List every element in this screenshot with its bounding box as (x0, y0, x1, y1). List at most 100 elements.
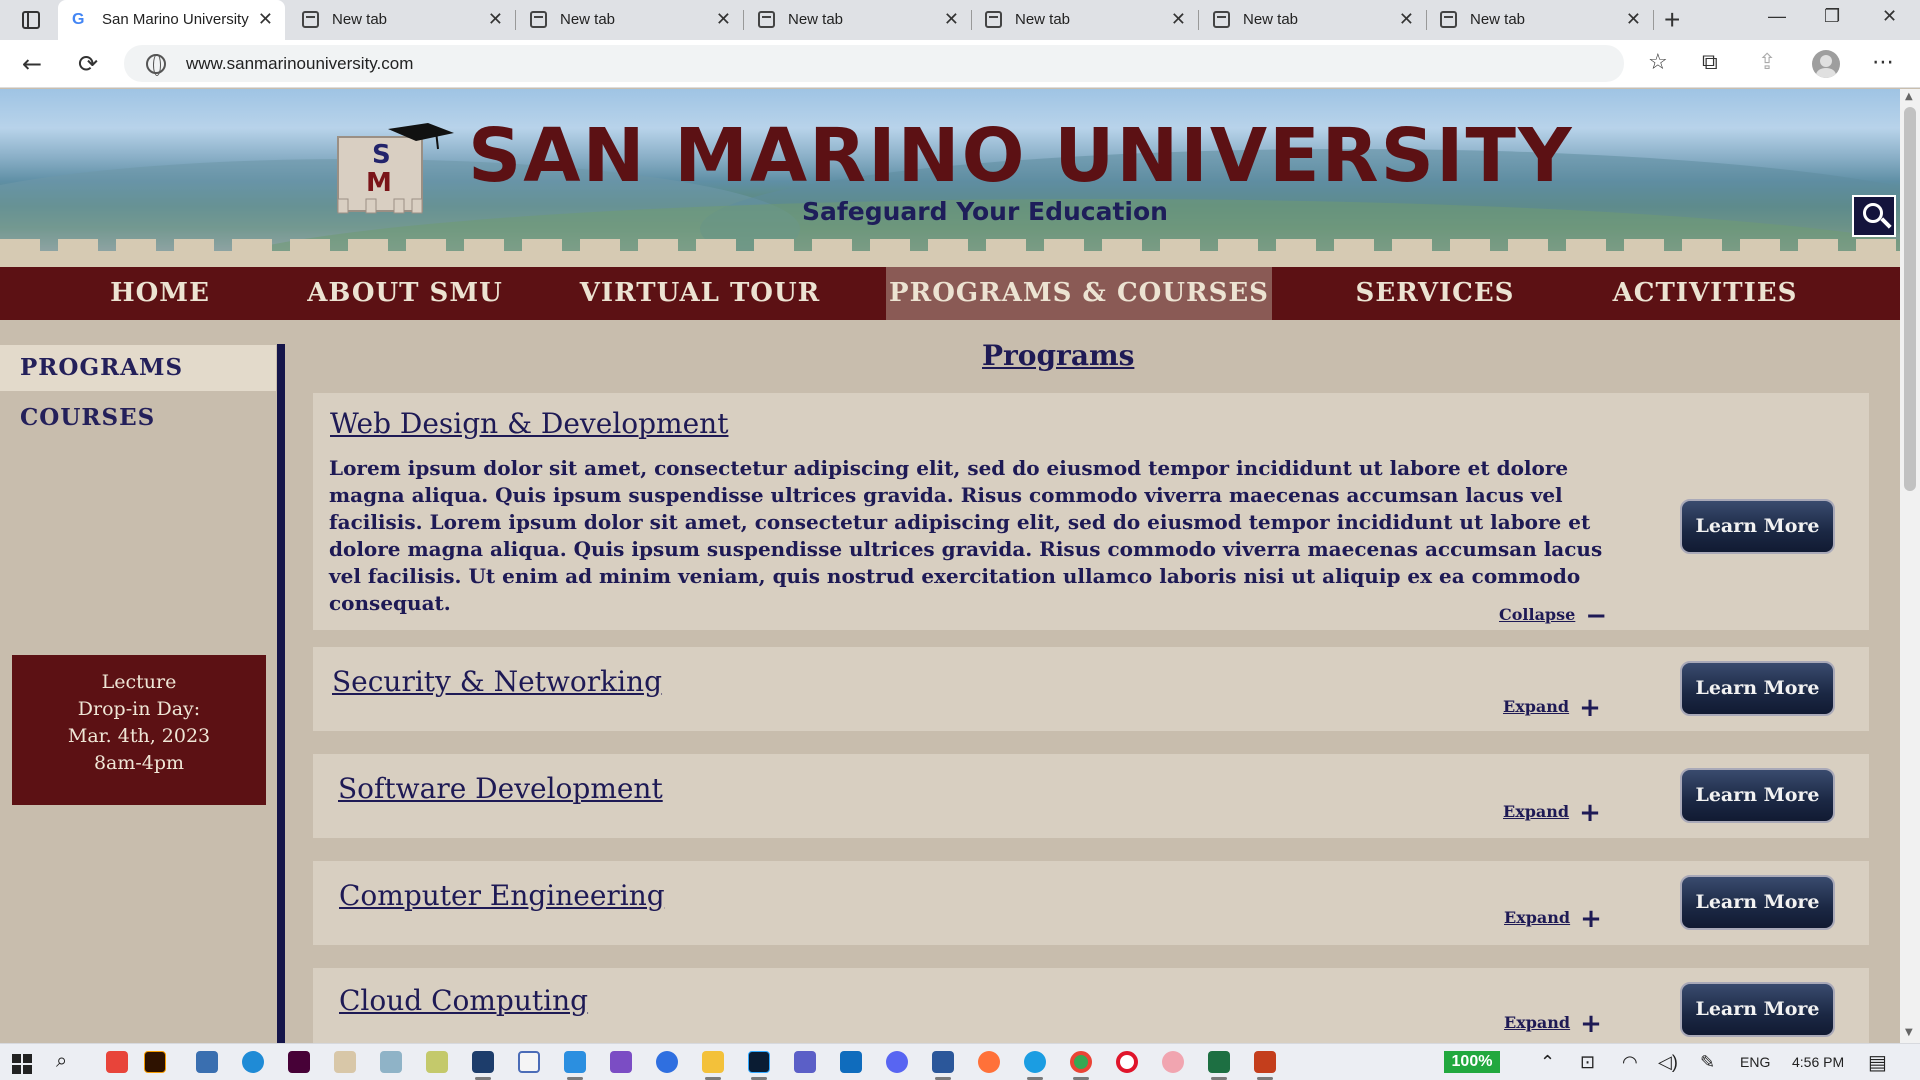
new-tab-button[interactable]: + (1664, 4, 1680, 36)
taskbar-app-icon[interactable] (426, 1051, 448, 1073)
taskbar-app-icon[interactable] (380, 1051, 402, 1073)
collapse-toggle[interactable]: Collapse − (1499, 603, 1607, 629)
tab-new-5[interactable]: New tab ✕ (1199, 0, 1427, 40)
university-logo[interactable]: S M (336, 123, 456, 215)
url-text[interactable]: www.sanmarinouniversity.com (186, 54, 413, 74)
taskbar-app-icon[interactable] (1162, 1051, 1184, 1073)
tab-san-marino[interactable]: G San Marino University ✕ (58, 0, 285, 40)
taskbar-search-icon[interactable]: ⌕ (56, 1050, 67, 1073)
wifi-icon[interactable]: ◠ (1622, 1052, 1638, 1073)
opera-icon[interactable] (1116, 1051, 1138, 1073)
learn-more-button[interactable]: Learn More (1680, 661, 1835, 716)
outlook-icon[interactable] (840, 1051, 862, 1073)
file-explorer-icon[interactable] (702, 1051, 724, 1073)
chevron-up-icon[interactable]: ⌃ (1540, 1052, 1555, 1073)
collections-icon[interactable]: ⧉ (1702, 50, 1718, 75)
chrome-icon[interactable] (1070, 1051, 1092, 1073)
learn-more-button[interactable]: Learn More (1680, 875, 1835, 930)
tab-close-icon[interactable]: ✕ (1171, 9, 1186, 30)
search-button[interactable] (1852, 195, 1896, 237)
url-input[interactable]: www.sanmarinouniversity.com (124, 45, 1624, 82)
tab-new-4[interactable]: New tab ✕ (971, 0, 1199, 40)
nav-activities[interactable]: ACTIVITIES (1600, 267, 1810, 320)
nav-about[interactable]: ABOUT SMU (300, 267, 510, 320)
close-window-button[interactable]: ✕ (1882, 6, 1897, 27)
tab-new-1[interactable]: New tab ✕ (288, 0, 516, 40)
tab-new-3[interactable]: New tab ✕ (744, 0, 972, 40)
notification-icon[interactable]: ▤ (1868, 1050, 1887, 1075)
scroll-up-arrow-icon[interactable]: ▲ (1905, 91, 1913, 102)
tab-new-2[interactable]: New tab ✕ (516, 0, 744, 40)
tray-device-icon[interactable]: ⊡ (1580, 1052, 1595, 1073)
tab-close-icon[interactable]: ✕ (488, 9, 503, 30)
event-notice: Lecture Drop-in Day: Mar. 4th, 2023 8am-… (12, 655, 266, 805)
taskbar-app-icon[interactable] (472, 1051, 494, 1073)
tab-actions-icon[interactable] (14, 9, 48, 33)
program-title[interactable]: Cloud Computing (339, 984, 588, 1017)
pen-icon[interactable]: ✎ (1700, 1052, 1715, 1073)
expand-toggle[interactable]: Expand + (1503, 800, 1601, 826)
discord-icon[interactable] (886, 1051, 908, 1073)
back-arrow-icon[interactable]: ← (22, 50, 42, 78)
learn-more-button[interactable]: Learn More (1680, 499, 1835, 554)
nav-programs-courses[interactable]: PROGRAMS & COURSES (886, 267, 1272, 320)
language-indicator[interactable]: ENG (1740, 1054, 1770, 1070)
nav-services[interactable]: SERVICES (1330, 267, 1540, 320)
zoom-icon[interactable] (656, 1051, 678, 1073)
plus-icon: + (1579, 692, 1601, 723)
excel-icon[interactable] (1208, 1051, 1230, 1073)
taskbar-app-icon[interactable] (334, 1051, 356, 1073)
collapse-label: Collapse (1499, 605, 1576, 624)
expand-toggle[interactable]: Expand + (1503, 692, 1601, 723)
minimize-button[interactable]: — (1768, 6, 1786, 27)
tab-close-icon[interactable]: ✕ (1626, 9, 1641, 30)
tab-close-icon[interactable]: ✕ (716, 9, 731, 30)
clock[interactable]: 4:56 PM (1792, 1054, 1844, 1070)
learn-more-button[interactable]: Learn More (1680, 768, 1835, 823)
visual-studio-icon[interactable] (610, 1051, 632, 1073)
firefox-icon[interactable] (978, 1051, 1000, 1073)
volume-icon[interactable]: ◁) (1658, 1052, 1678, 1073)
program-title[interactable]: Software Development (338, 772, 663, 805)
reload-icon[interactable]: ⟳ (78, 50, 98, 78)
tab-close-icon[interactable]: ✕ (1399, 9, 1414, 30)
expand-toggle[interactable]: Expand + (1504, 1011, 1602, 1037)
tab-close-icon[interactable]: ✕ (258, 9, 273, 30)
photoshop-icon[interactable] (748, 1051, 770, 1073)
nav-virtual-tour[interactable]: VIRTUAL TOUR (570, 267, 830, 320)
windows-start-icon[interactable] (12, 1054, 32, 1074)
zoom-level-badge[interactable]: 100% (1444, 1051, 1500, 1073)
teams-icon[interactable] (794, 1051, 816, 1073)
edge-icon[interactable] (1024, 1051, 1046, 1073)
more-menu-icon[interactable]: ⋯ (1872, 50, 1894, 75)
expand-toggle[interactable]: Expand + (1504, 906, 1602, 932)
program-title[interactable]: Web Design & Development (330, 407, 728, 440)
program-title[interactable]: Security & Networking (332, 665, 662, 698)
search-icon-handle (1880, 217, 1892, 229)
page-scrollbar[interactable]: ▲ ▼ (1900, 89, 1920, 1043)
tab-new-6[interactable]: New tab ✕ (1426, 0, 1654, 40)
share-icon[interactable]: ⇪ (1758, 50, 1776, 75)
tab-close-icon[interactable]: ✕ (944, 9, 959, 30)
taskbar-app-icon[interactable] (106, 1051, 128, 1073)
profile-avatar[interactable] (1812, 50, 1840, 78)
favorites-star-icon[interactable]: ☆ (1648, 50, 1668, 75)
powerpoint-icon[interactable] (1254, 1051, 1276, 1073)
nav-home[interactable]: HOME (90, 267, 230, 320)
vscode-icon[interactable] (564, 1051, 586, 1073)
program-title[interactable]: Computer Engineering (339, 879, 665, 912)
learn-more-button[interactable]: Learn More (1680, 982, 1835, 1037)
sidebar-item-programs[interactable]: PROGRAMS (0, 345, 276, 391)
taskbar-app-icon[interactable] (518, 1051, 540, 1073)
scrollbar-thumb[interactable] (1904, 107, 1916, 491)
sidebar-item-courses[interactable]: COURSES (0, 395, 276, 441)
xd-icon[interactable] (288, 1051, 310, 1073)
illustrator-icon[interactable] (144, 1051, 166, 1073)
maximize-button[interactable]: ❐ (1824, 6, 1840, 27)
event-date: Mar. 4th, 2023 (67, 725, 211, 747)
expand-label: Expand (1503, 697, 1570, 716)
word-icon[interactable] (932, 1051, 954, 1073)
taskbar-app-icon[interactable] (242, 1051, 264, 1073)
scroll-down-arrow-icon[interactable]: ▼ (1905, 1027, 1913, 1038)
taskbar-app-icon[interactable] (196, 1051, 218, 1073)
